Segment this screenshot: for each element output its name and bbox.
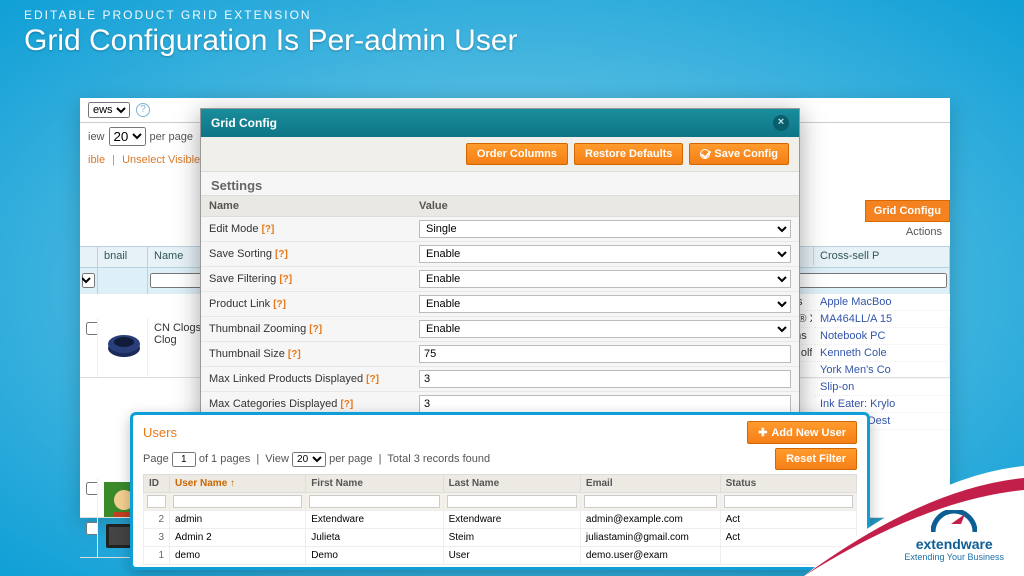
help-icon[interactable]: [?]: [273, 299, 286, 310]
help-icon[interactable]: [?]: [366, 374, 379, 385]
setting-select[interactable]: Enable: [419, 245, 791, 263]
setting-row: Save Filtering [?]Enable: [201, 267, 799, 292]
setting-row: Thumbnail Zooming [?]Enable: [201, 317, 799, 342]
hero-subtitle: EDITABLE PRODUCT GRID EXTENSION: [24, 8, 518, 22]
filter-id[interactable]: [147, 495, 166, 508]
col-status[interactable]: Status: [720, 475, 856, 493]
reset-filter-button[interactable]: Reset Filter: [775, 448, 857, 470]
save-config-button[interactable]: Save Config: [689, 143, 789, 165]
setting-select[interactable]: Single: [419, 220, 791, 238]
dialog-title: Grid Config: [211, 116, 277, 130]
col-id[interactable]: ID: [144, 475, 170, 493]
crosssell-list: Apple MacBooMA464LL/A 15Notebook PCKenne…: [814, 294, 950, 430]
row-checkbox[interactable]: [86, 482, 98, 495]
page-input[interactable]: [172, 452, 196, 467]
col-firstname[interactable]: First Name: [306, 475, 443, 493]
users-table: ID User Name ↑ First Name Last Name Emai…: [143, 474, 857, 565]
filter-username[interactable]: [173, 495, 302, 508]
help-icon[interactable]: [?]: [275, 249, 288, 260]
setting-row: Thumbnail Size [?]: [201, 342, 799, 367]
brand-logo: extendware Extending Your Business: [904, 510, 1004, 562]
col-name: Name: [201, 196, 411, 217]
sort-asc-icon: ↑: [230, 478, 235, 489]
settings-heading: Settings: [201, 172, 799, 195]
actions-label: Actions: [906, 226, 942, 238]
col-thumbnail[interactable]: bnail: [98, 247, 148, 267]
setting-row: Save Sorting [?]Enable: [201, 242, 799, 267]
col-crosssell[interactable]: Cross-sell P: [814, 247, 950, 265]
help-icon[interactable]: [?]: [288, 349, 301, 360]
col-username[interactable]: User Name ↑: [170, 475, 306, 493]
help-icon[interactable]: [?]: [262, 224, 275, 235]
col-lastname[interactable]: Last Name: [443, 475, 580, 493]
help-icon[interactable]: [?]: [309, 324, 322, 335]
perpage-select[interactable]: 20: [109, 127, 146, 146]
setting-input[interactable]: [419, 370, 791, 388]
restore-defaults-button[interactable]: Restore Defaults: [574, 143, 683, 165]
filter-checkbox[interactable]: [82, 273, 95, 288]
check-icon: [700, 149, 710, 159]
setting-select[interactable]: Enable: [419, 320, 791, 338]
setting-input[interactable]: [419, 345, 791, 363]
unselect-visible-link[interactable]: Unselect Visible: [122, 154, 200, 166]
grid-config-button[interactable]: Grid Configu: [865, 200, 950, 222]
add-user-button[interactable]: ✚ Add New User: [747, 421, 857, 444]
setting-row: Edit Mode [?]Single: [201, 217, 799, 242]
settings-table: NameValue Edit Mode [?]SingleSave Sortin…: [201, 195, 799, 442]
row-checkbox[interactable]: [86, 522, 98, 535]
users-title: Users: [143, 425, 177, 440]
filter-firstname[interactable]: [309, 495, 439, 508]
order-columns-button[interactable]: Order Columns: [466, 143, 568, 165]
setting-input[interactable]: [419, 395, 791, 413]
help-icon[interactable]: ?: [136, 103, 150, 117]
select-visible-link[interactable]: ible: [88, 154, 105, 166]
setting-row: Max Linked Products Displayed [?]: [201, 367, 799, 392]
setting-select[interactable]: Enable: [419, 270, 791, 288]
hero-title: Grid Configuration Is Per-admin User: [24, 24, 518, 58]
filter-lastname[interactable]: [447, 495, 577, 508]
filter-status[interactable]: [724, 495, 853, 508]
filter-email[interactable]: [584, 495, 717, 508]
thumbnail-icon: [104, 322, 144, 362]
perpage-label: per page: [150, 131, 193, 143]
store-view-select[interactable]: ews: [88, 102, 130, 118]
close-icon[interactable]: ×: [773, 115, 789, 131]
user-row[interactable]: 2adminExtendwareExtendwareadmin@example.…: [144, 511, 857, 529]
setting-select[interactable]: Enable: [419, 295, 791, 313]
users-perpage-select[interactable]: 20: [292, 452, 326, 467]
row-checkbox[interactable]: [86, 322, 98, 335]
user-row[interactable]: 3Admin 2JulietaSteimjuliastamin@gmail.co…: [144, 529, 857, 547]
user-row[interactable]: 1demoDemoUserdemo.user@exam: [144, 547, 857, 565]
view-label: iew: [88, 131, 105, 143]
col-value: Value: [411, 196, 799, 217]
col-email[interactable]: Email: [580, 475, 720, 493]
help-icon[interactable]: [?]: [340, 399, 353, 410]
users-panel: Users ✚ Add New User Page of 1 pages | V…: [130, 412, 870, 570]
help-icon[interactable]: [?]: [279, 274, 292, 285]
setting-row: Product Link [?]Enable: [201, 292, 799, 317]
